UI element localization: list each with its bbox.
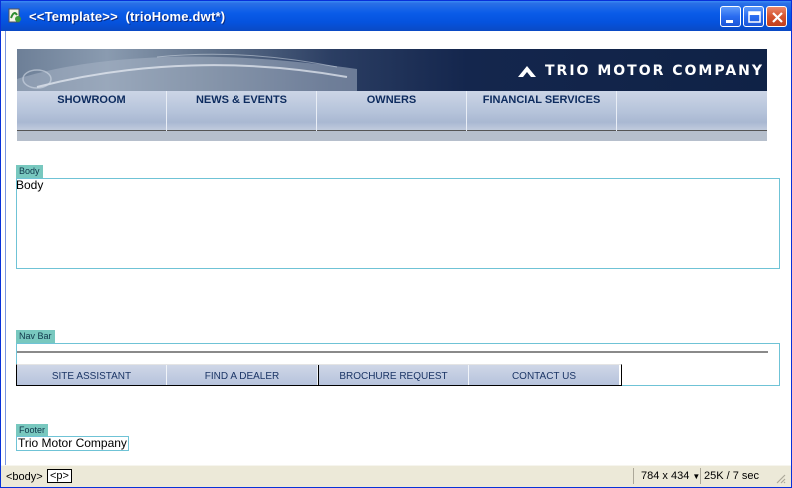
nav-item-news-events[interactable]: NEWS & EVENTS — [167, 91, 317, 131]
horizontal-rule — [17, 351, 768, 353]
nav-item-label: FINANCIAL SERVICES — [482, 94, 601, 106]
footer-content[interactable]: Trio Motor Company — [16, 436, 129, 451]
status-separator — [633, 468, 634, 484]
subnav-find-a-dealer[interactable]: FIND A DEALER — [167, 365, 318, 385]
subnav-site-assistant[interactable]: SITE ASSISTANT — [17, 365, 167, 385]
close-icon — [772, 12, 783, 23]
subnav-label: CONTACT US — [511, 371, 577, 382]
status-separator — [700, 468, 701, 484]
dreamweaver-document-window: <<Template>> (trioHome.dwt*) TRIO MOTOR — [0, 0, 792, 488]
brand-lockup: TRIO MOTOR COMPANY — [517, 62, 764, 80]
nav-item-label: OWNERS — [366, 94, 417, 106]
brand-name: TRIO MOTOR COMPANY — [545, 63, 765, 79]
window-size-value: 784 x 434 — [641, 470, 690, 482]
subnav-brochure-request[interactable]: BROCHURE REQUEST — [319, 365, 469, 385]
nav-underbar — [17, 131, 767, 141]
sub-nav: SITE ASSISTANT FIND A DEALER BROCHURE RE… — [16, 364, 622, 386]
tag-selector-body[interactable]: <body> — [6, 471, 43, 483]
window-size-menu[interactable]: 784 x 434 ▼ — [641, 470, 700, 482]
title-bar[interactable]: <<Template>> (trioHome.dwt*) — [1, 1, 791, 31]
tag-selector-p[interactable]: <p> — [47, 469, 72, 483]
minimize-icon — [726, 20, 733, 23]
body-content[interactable]: Body — [16, 178, 43, 192]
maximize-button[interactable] — [743, 6, 764, 27]
status-bar: <body> <p> 784 x 434 ▼ 25K / 7 sec — [1, 465, 791, 487]
maximize-icon — [748, 11, 761, 23]
body-region-tab[interactable]: Body — [16, 165, 43, 178]
trio-chevron-logo-icon — [518, 66, 536, 77]
nav-item-financial-services[interactable]: FINANCIAL SERVICES — [467, 91, 617, 131]
subnav-label: BROCHURE REQUEST — [339, 371, 448, 382]
subnav-label: FIND A DEALER — [204, 371, 280, 382]
main-nav: SHOWROOM NEWS & EVENTS OWNERS FINANCIAL … — [17, 91, 767, 131]
header-banner: TRIO MOTOR COMPANY — [17, 49, 767, 91]
download-size: 25K / 7 sec — [704, 470, 760, 482]
subnav-label: SITE ASSISTANT — [51, 371, 132, 382]
nav-item-showroom[interactable]: SHOWROOM — [17, 91, 167, 131]
close-button[interactable] — [766, 6, 787, 27]
nav-item-label: NEWS & EVENTS — [195, 94, 288, 106]
resize-grip-icon[interactable] — [774, 472, 786, 484]
document-icon — [8, 8, 21, 23]
design-view[interactable]: TRIO MOTOR COMPANY SHOWROOM NEWS & EVENT… — [5, 31, 787, 465]
nav-item-empty — [617, 91, 767, 131]
window-title: <<Template>> (trioHome.dwt*) — [29, 9, 226, 24]
nav-item-owners[interactable]: OWNERS — [317, 91, 467, 131]
minimize-button[interactable] — [720, 6, 741, 27]
nav-item-label: SHOWROOM — [57, 94, 126, 106]
body-editable-region[interactable] — [16, 178, 780, 269]
navbar-region-tab[interactable]: Nav Bar — [16, 330, 55, 343]
subnav-contact-us[interactable]: CONTACT US — [469, 365, 619, 385]
